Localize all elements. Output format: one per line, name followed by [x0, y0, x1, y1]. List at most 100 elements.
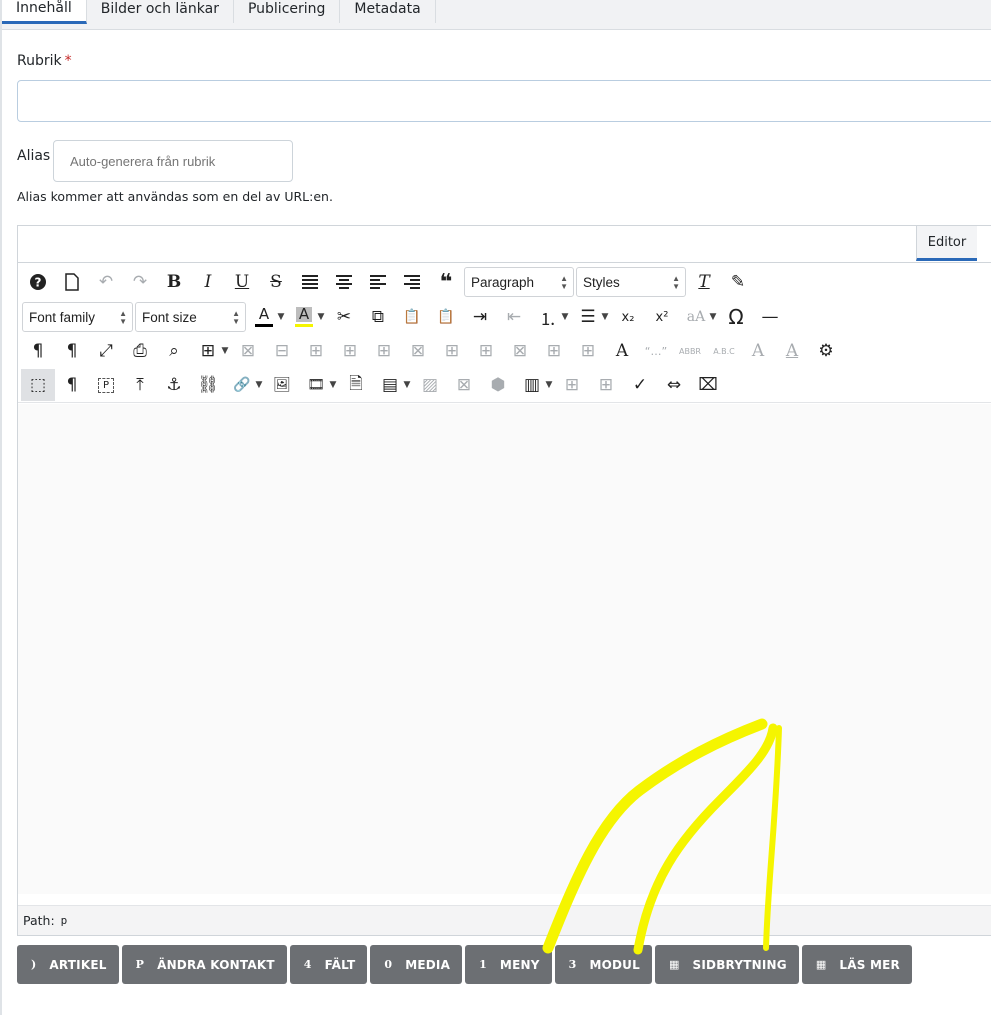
redo-icon[interactable]: ↷: [123, 266, 157, 298]
meny-button[interactable]: 1 MENY: [465, 945, 552, 984]
outdent-icon[interactable]: ⇤: [497, 301, 531, 333]
format-painter-icon[interactable]: ✎: [721, 266, 755, 298]
chevron-down-icon[interactable]: ▼: [559, 301, 571, 333]
show-blocks-icon[interactable]: ¶: [55, 369, 89, 401]
horizontal-rule-icon[interactable]: —: [753, 301, 787, 333]
copy-icon[interactable]: ⧉: [361, 301, 395, 333]
rtl-icon[interactable]: ¶: [55, 335, 89, 367]
chevron-down-icon[interactable]: ▼: [327, 369, 339, 401]
quotes-icon[interactable]: “…”: [639, 335, 673, 367]
paste-icon[interactable]: 📋: [395, 301, 429, 333]
table-insert-row-before-icon[interactable]: ⊞: [333, 335, 367, 367]
superscript-icon[interactable]: x²: [645, 301, 679, 333]
image-edit-icon[interactable]: ▨: [413, 369, 447, 401]
special-character-icon[interactable]: Ω: [719, 301, 753, 333]
alias-help-text: Alias kommer att användas som en del av …: [17, 189, 333, 204]
spellcheck-icon[interactable]: ✓: [623, 369, 657, 401]
nonbreaking-icon[interactable]: ⌧: [691, 369, 725, 401]
chevron-down-icon[interactable]: ▼: [219, 335, 231, 367]
font-size-select[interactable]: Font size ▲ ▼: [135, 302, 246, 332]
indent-icon[interactable]: ⇥: [463, 301, 497, 333]
align-justify-icon[interactable]: [293, 266, 327, 298]
table-delete-row-icon[interactable]: ⊠: [401, 335, 435, 367]
page-break-icon[interactable]: ⇔: [657, 369, 691, 401]
andra-kontakt-button[interactable]: P ÄNDRA KONTAKT: [121, 945, 287, 984]
chevron-down-icon[interactable]: ▼: [707, 301, 719, 333]
cut-icon[interactable]: ✂: [327, 301, 361, 333]
table-merge-cells-icon[interactable]: ⊞: [571, 335, 605, 367]
chevron-down-icon[interactable]: ▼: [275, 301, 287, 333]
path-element[interactable]: p: [61, 914, 68, 927]
print-icon[interactable]: ⎙: [123, 335, 157, 367]
paste-text-icon[interactable]: 📋: [429, 301, 463, 333]
abbreviation-icon[interactable]: ABBR: [673, 335, 707, 367]
align-center-icon[interactable]: [327, 266, 361, 298]
chevron-down-icon[interactable]: ▼: [599, 301, 611, 333]
tab-bilder-och-lankar[interactable]: Bilder och länkar: [87, 0, 234, 23]
module-icon: 3: [568, 958, 577, 971]
strikethrough-icon[interactable]: S: [259, 266, 293, 298]
acronym-icon[interactable]: A.B.C: [707, 335, 741, 367]
modul-button[interactable]: 3 MODUL: [554, 945, 652, 984]
blockquote-icon[interactable]: ❝: [429, 266, 463, 298]
column-add-icon[interactable]: ⊞: [555, 369, 589, 401]
font-family-select[interactable]: Font family ▲ ▼: [22, 302, 133, 332]
underline-icon[interactable]: U: [225, 266, 259, 298]
block-format-select[interactable]: Paragraph ▲ ▼: [464, 267, 574, 297]
sidbrytning-button[interactable]: ▦ SIDBRYTNING: [654, 945, 799, 984]
las-mer-button[interactable]: ▦ LÄS MER: [801, 945, 912, 984]
bold-icon[interactable]: B: [157, 266, 191, 298]
table-split-cells-icon[interactable]: ⊞: [537, 335, 571, 367]
column-remove-icon[interactable]: ⊞: [589, 369, 623, 401]
cube-icon[interactable]: ⬢: [481, 369, 515, 401]
ltr-icon[interactable]: ¶: [21, 335, 55, 367]
gear-icon[interactable]: ⚙: [809, 335, 843, 367]
chevron-down-icon[interactable]: ▼: [315, 301, 327, 333]
table-cell-props-icon[interactable]: ⊞: [299, 335, 333, 367]
undo-icon[interactable]: ↶: [89, 266, 123, 298]
chevron-down-icon[interactable]: ▼: [543, 369, 555, 401]
table-delete-col-icon[interactable]: ⊠: [503, 335, 537, 367]
italic-icon[interactable]: I: [191, 266, 225, 298]
tab-publicering[interactable]: Publicering: [234, 0, 341, 23]
tab-metadata[interactable]: Metadata: [340, 0, 436, 23]
table-insert-col-before-icon[interactable]: ⊞: [435, 335, 469, 367]
align-right-icon[interactable]: [395, 266, 429, 298]
visual-blocks-icon[interactable]: P: [89, 369, 123, 401]
editor-content-area[interactable]: [18, 404, 991, 894]
align-left-icon[interactable]: [361, 266, 395, 298]
styles-select[interactable]: Styles ▲ ▼: [576, 267, 686, 297]
image-icon[interactable]: 🖼: [265, 369, 299, 401]
upload-icon[interactable]: ⤒: [123, 369, 157, 401]
table-insert-row-after-icon[interactable]: ⊞: [367, 335, 401, 367]
falt-button[interactable]: 4 FÄLT: [289, 945, 368, 984]
editor-toggle-button[interactable]: Editor: [916, 226, 977, 261]
attribute-insert-icon[interactable]: A: [741, 335, 775, 367]
fullscreen-icon[interactable]: ⤢: [89, 335, 123, 367]
anchor-icon[interactable]: ⚓: [157, 369, 191, 401]
new-document-icon[interactable]: [55, 266, 89, 298]
path-label: Path:: [23, 913, 55, 928]
visual-aid-icon[interactable]: ⬚: [21, 369, 55, 401]
help-icon[interactable]: ?: [21, 266, 55, 298]
alias-input[interactable]: [53, 140, 293, 182]
media-button[interactable]: 0 MEDIA: [370, 945, 463, 984]
chevron-down-icon[interactable]: ▼: [401, 369, 413, 401]
table-insert-col-after-icon[interactable]: ⊞: [469, 335, 503, 367]
clear-formatting-icon[interactable]: T: [687, 266, 721, 298]
styles-value: Styles: [583, 274, 620, 290]
remove-icon[interactable]: ⊠: [447, 369, 481, 401]
search-icon[interactable]: ⌕: [157, 335, 191, 367]
artikel-button[interactable]: ) ARTIKEL: [17, 945, 119, 984]
unlink-icon[interactable]: ⛓: [191, 369, 225, 401]
table-row-props-icon[interactable]: ⊟: [265, 335, 299, 367]
font-style-icon[interactable]: A: [605, 335, 639, 367]
chevron-down-icon[interactable]: ▼: [253, 369, 265, 401]
bg-color-glyph: A: [295, 307, 313, 322]
attribute-delete-icon[interactable]: A: [775, 335, 809, 367]
document-icon[interactable]: 🗎: [339, 369, 373, 401]
subscript-icon[interactable]: x₂: [611, 301, 645, 333]
table-delete-icon[interactable]: ⊠: [231, 335, 265, 367]
tab-innehall[interactable]: Innehåll: [2, 0, 87, 24]
rubrik-input[interactable]: [17, 80, 991, 122]
